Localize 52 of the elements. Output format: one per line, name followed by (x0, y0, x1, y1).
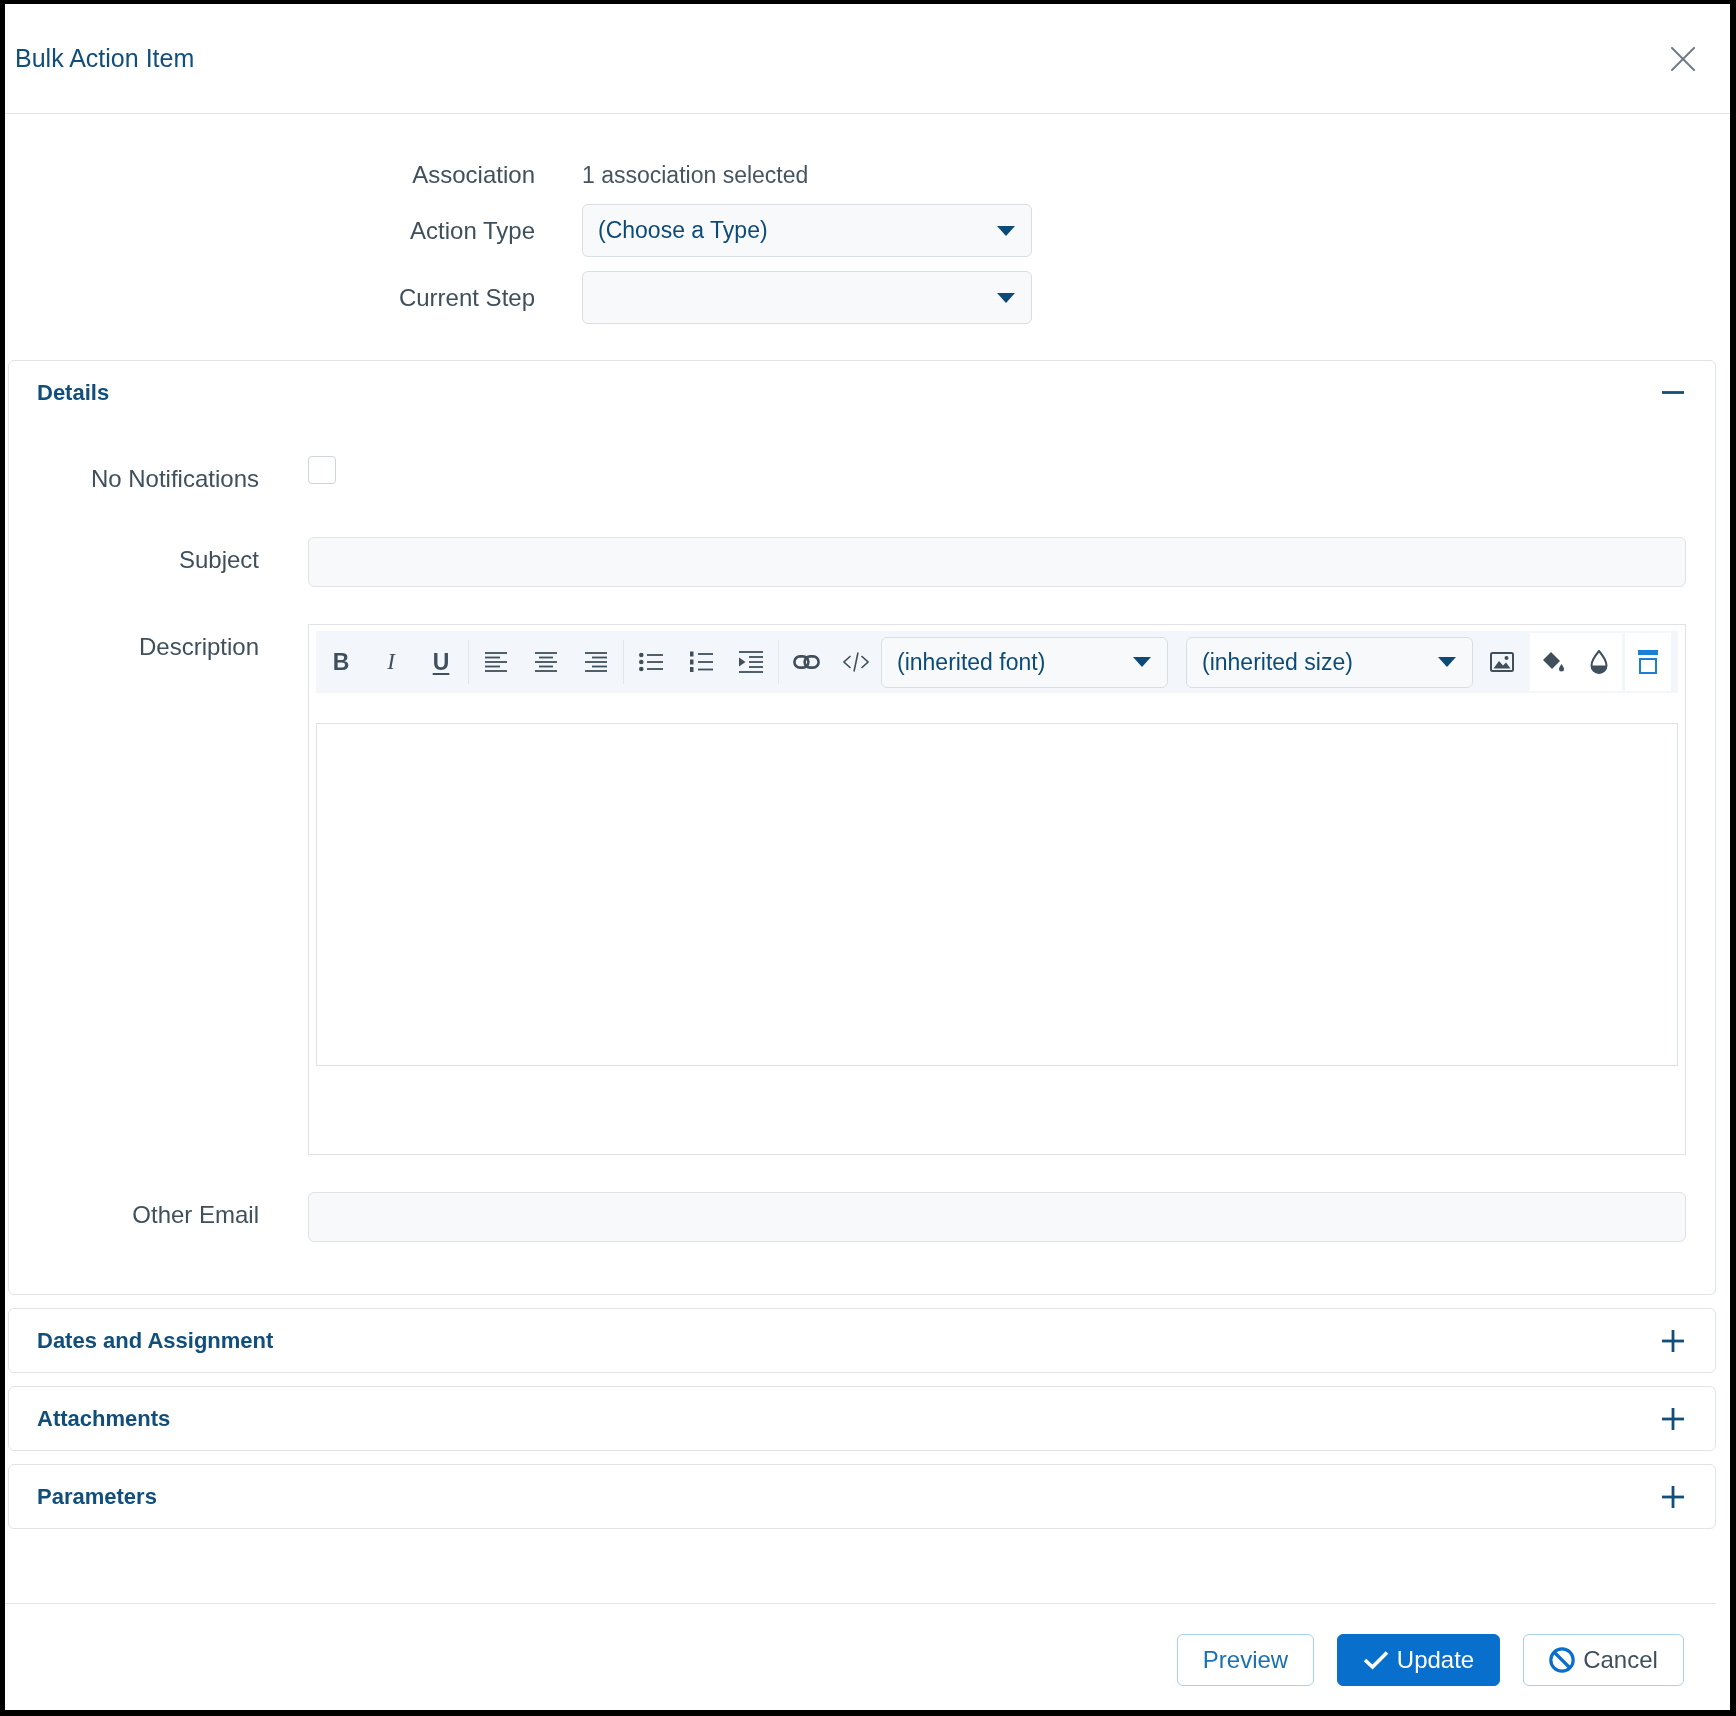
indent-icon (739, 651, 763, 673)
caret-icon (997, 292, 1015, 303)
caret-icon (997, 225, 1015, 236)
align-left-icon (485, 652, 507, 672)
caret-icon (1438, 657, 1456, 667)
field-label: Other Email (131, 1200, 259, 1230)
section-title[interactable]: Parameters (37, 1483, 157, 1510)
field-label: Association (411, 160, 535, 190)
plus-icon[interactable] (1662, 1329, 1684, 1352)
section-title[interactable]: Details (37, 379, 110, 406)
italic-button[interactable]: I (366, 637, 416, 687)
field-label: Action Type (409, 215, 535, 246)
section-title[interactable]: Dates and Assignment (37, 1327, 274, 1354)
plus-icon[interactable] (1662, 1407, 1684, 1430)
input-field[interactable] (308, 1192, 1686, 1242)
droplet-button[interactable] (1576, 633, 1622, 691)
field-label: No Notifications (89, 464, 259, 494)
update-button[interactable]: Update (1337, 1634, 1500, 1686)
underline-button[interactable]: U (416, 637, 466, 687)
check-icon (1362, 1650, 1389, 1670)
window-icon (1638, 650, 1658, 674)
code-icon (843, 652, 869, 672)
dialog-title: Bulk Action Item (15, 44, 195, 73)
window-button[interactable] (1625, 633, 1671, 691)
checkbox[interactable] (308, 456, 336, 484)
caret-icon (1133, 657, 1151, 667)
field-label: Subject (177, 545, 259, 575)
close-button[interactable] (1669, 44, 1697, 73)
cancel-button[interactable]: Cancel (1523, 1634, 1684, 1686)
paint-bucket-button[interactable] (1530, 633, 1576, 691)
dropdown-field[interactable]: (inherited size) (1186, 636, 1473, 688)
bold-button[interactable]: B (316, 637, 366, 687)
ban-icon (1549, 1647, 1576, 1673)
paint-bucket-icon (1542, 651, 1564, 673)
field-label: Description (137, 632, 259, 662)
field-value: 1 association selected (582, 161, 810, 190)
input-field[interactable] (308, 537, 1686, 587)
close-icon (1671, 46, 1695, 71)
droplet-icon (1590, 650, 1608, 674)
plus-icon[interactable] (1662, 1485, 1684, 1508)
section-title[interactable]: Attachments (37, 1405, 171, 1432)
bullet-list-icon (639, 652, 663, 672)
link-icon (792, 655, 820, 669)
align-center-icon (535, 652, 557, 672)
dropdown-field[interactable]: (Choose a Type) (582, 204, 1032, 257)
preview-button[interactable]: Preview (1177, 1634, 1314, 1686)
dropdown-field[interactable]: (inherited font) (881, 636, 1168, 688)
dropdown-field[interactable] (582, 271, 1032, 324)
image-icon (1490, 652, 1514, 672)
numbered-list-icon (689, 651, 713, 673)
align-right-icon (585, 652, 607, 672)
field-label: Current Step (397, 282, 535, 313)
